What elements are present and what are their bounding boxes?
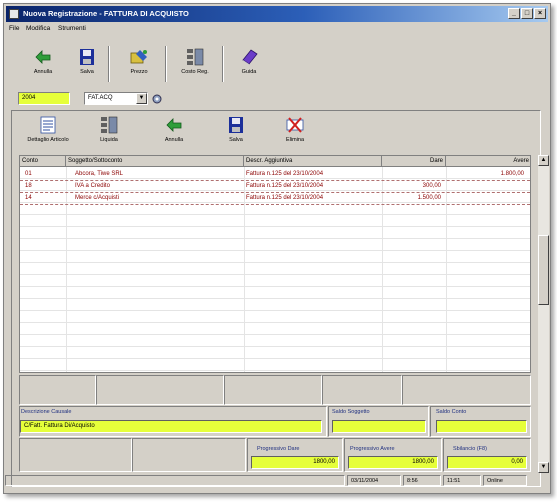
prog-dare-field[interactable]: 1800,00	[251, 456, 339, 469]
col-conto[interactable]: Conto	[20, 156, 66, 167]
menu-modifica[interactable]: Modifica	[26, 25, 50, 32]
col-dare[interactable]: Dare	[382, 156, 446, 167]
dettaglio-articolo-button[interactable]: Dettaglio Articolo	[24, 116, 72, 143]
col-avere[interactable]: Avere	[446, 156, 530, 167]
cell-soggetto: IVA a Credito	[75, 183, 110, 189]
salva-row-button[interactable]: Salva	[213, 116, 259, 143]
cell-avere: 1.800,00	[500, 171, 524, 177]
toolbar-separator	[222, 46, 224, 82]
cell-conto: 01	[25, 171, 32, 177]
elimina-label: Elimina	[285, 137, 305, 143]
empty-cell	[132, 438, 246, 472]
delete-cross-icon	[286, 117, 304, 133]
vertical-scrollbar[interactable]: ▲ ▼	[538, 155, 549, 473]
app-icon	[9, 9, 19, 19]
prezzo-label: Prezzo	[130, 69, 148, 75]
table-row[interactable]: 01 Abcora, Tiwe SRL Fattura n.125 del 23…	[20, 169, 530, 181]
costo-reg-label: Costo Reg.	[181, 69, 209, 75]
col-soggetto[interactable]: Soggetto/Sottoconto	[66, 156, 244, 167]
cell-conto: 18	[25, 183, 32, 189]
total-cell	[96, 375, 224, 405]
cell-conto: 14	[25, 195, 32, 201]
prog-avere-field[interactable]: 1800,00	[348, 456, 438, 469]
salva-label: Salva	[80, 69, 94, 75]
minimize-button[interactable]: _	[508, 8, 520, 19]
empty-cell	[19, 438, 132, 472]
prog-dare-label: Progressivo Dare	[257, 446, 300, 452]
sbilancio-field[interactable]: 0,00	[447, 456, 527, 469]
salva-row-label: Salva	[229, 137, 243, 143]
status-bar: 03/11/2004 8:56 11:51 Online	[5, 474, 549, 487]
table-row[interactable]: 14 Merce c/Acquisti Fattura n.125 del 23…	[20, 193, 530, 205]
saldo-soggetto-field[interactable]	[332, 420, 426, 433]
undo-arrow-icon	[166, 118, 182, 132]
liquida-label: Liquida	[100, 137, 118, 143]
annulla-label: Annulla	[33, 69, 53, 75]
undo-arrow-icon	[35, 50, 51, 64]
salva-button[interactable]: Salva	[64, 48, 110, 75]
status-pane-main	[5, 475, 345, 486]
cell-dare: 1.500,00	[417, 195, 441, 201]
window-title: Nuova Registrazione - FATTURA DI ACQUIST…	[23, 9, 189, 18]
maximize-button[interactable]: □	[521, 8, 533, 19]
grid-header: Conto Soggetto/Sottoconto Descr. Aggiunt…	[20, 156, 530, 167]
elimina-button[interactable]: Elimina	[272, 116, 318, 143]
code-field[interactable]: 2004	[18, 92, 70, 105]
dettaglio-articolo-label: Dettaglio Articolo	[27, 137, 69, 143]
cell-descr: Fattura n.125 del 23/10/2004	[246, 171, 324, 177]
status-time: 8:56	[403, 475, 441, 486]
prog-avere-label: Progressivo Avere	[350, 446, 395, 452]
settings-icon[interactable]	[151, 93, 163, 105]
scroll-thumb[interactable]	[538, 235, 549, 305]
costo-reg-button[interactable]: Costo Reg.	[172, 48, 218, 75]
close-button[interactable]: ×	[534, 8, 546, 19]
period-value: FAT.ACQ	[88, 95, 113, 101]
annulla-row-label: Annulla	[164, 137, 184, 143]
toolbar-separator	[165, 46, 167, 82]
cell-soggetto: Abcora, Tiwe SRL	[75, 171, 124, 177]
saldo-conto-field[interactable]	[436, 420, 527, 433]
scroll-down-icon[interactable]: ▼	[538, 462, 549, 473]
descr-field[interactable]: C/Fatt. Fattura Di/Acquisto	[20, 420, 322, 433]
status-pane-3: 11:51	[443, 475, 481, 486]
floppy-disk-icon	[80, 49, 94, 65]
total-cell	[224, 375, 322, 405]
saldo-conto-label: Saldo Conto	[436, 409, 467, 415]
sbilancio-label: Sbilancio (F8)	[453, 446, 487, 452]
annulla-button[interactable]: Annulla	[20, 48, 66, 75]
descr-label: Descrizione Causale	[21, 409, 72, 415]
status-pane-4: Online	[483, 475, 527, 486]
price-icon	[130, 50, 147, 64]
scroll-up-icon[interactable]: ▲	[538, 155, 549, 166]
detail-sheet-icon	[40, 116, 56, 134]
guida-label: Guida	[241, 69, 257, 75]
saldo-soggetto-label: Saldo Soggetto	[332, 409, 370, 415]
cell-descr: Fattura n.125 del 23/10/2004	[246, 195, 324, 201]
liquida-button[interactable]: Liquida	[86, 116, 132, 143]
calculator-icon	[187, 48, 204, 66]
title-bar[interactable]: Nuova Registrazione - FATTURA DI ACQUIST…	[6, 6, 548, 22]
annulla-row-button[interactable]: Annulla	[151, 116, 197, 143]
floppy-disk-icon	[229, 117, 243, 133]
menu-strumenti[interactable]: Strumenti	[58, 25, 86, 32]
table-row[interactable]: 18 IVA a Credito Fattura n.125 del 23/10…	[20, 181, 530, 193]
menu-file[interactable]: File	[9, 25, 19, 32]
cell-soggetto: Merce c/Acquisti	[75, 195, 120, 201]
guida-button[interactable]: Guida	[226, 48, 272, 75]
menu-bar: File Modifica Strumenti	[6, 23, 548, 35]
chevron-down-icon[interactable]: ▼	[136, 93, 147, 104]
toolbar-separator	[108, 46, 110, 82]
journal-grid: Conto Soggetto/Sottoconto Descr. Aggiunt…	[19, 155, 531, 373]
period-select[interactable]: FAT.ACQ ▼	[84, 92, 148, 105]
help-book-icon	[242, 49, 258, 65]
total-cell	[402, 375, 531, 405]
prezzo-button[interactable]: Prezzo	[116, 48, 162, 75]
col-descr[interactable]: Descr. Aggiuntiva	[244, 156, 382, 167]
total-cell	[19, 375, 96, 405]
total-cell	[322, 375, 402, 405]
cell-descr: Fattura n.125 del 23/10/2004	[246, 183, 324, 189]
calculator-icon	[101, 116, 118, 134]
cell-dare: 300,00	[422, 183, 441, 189]
status-date: 03/11/2004	[347, 475, 401, 486]
